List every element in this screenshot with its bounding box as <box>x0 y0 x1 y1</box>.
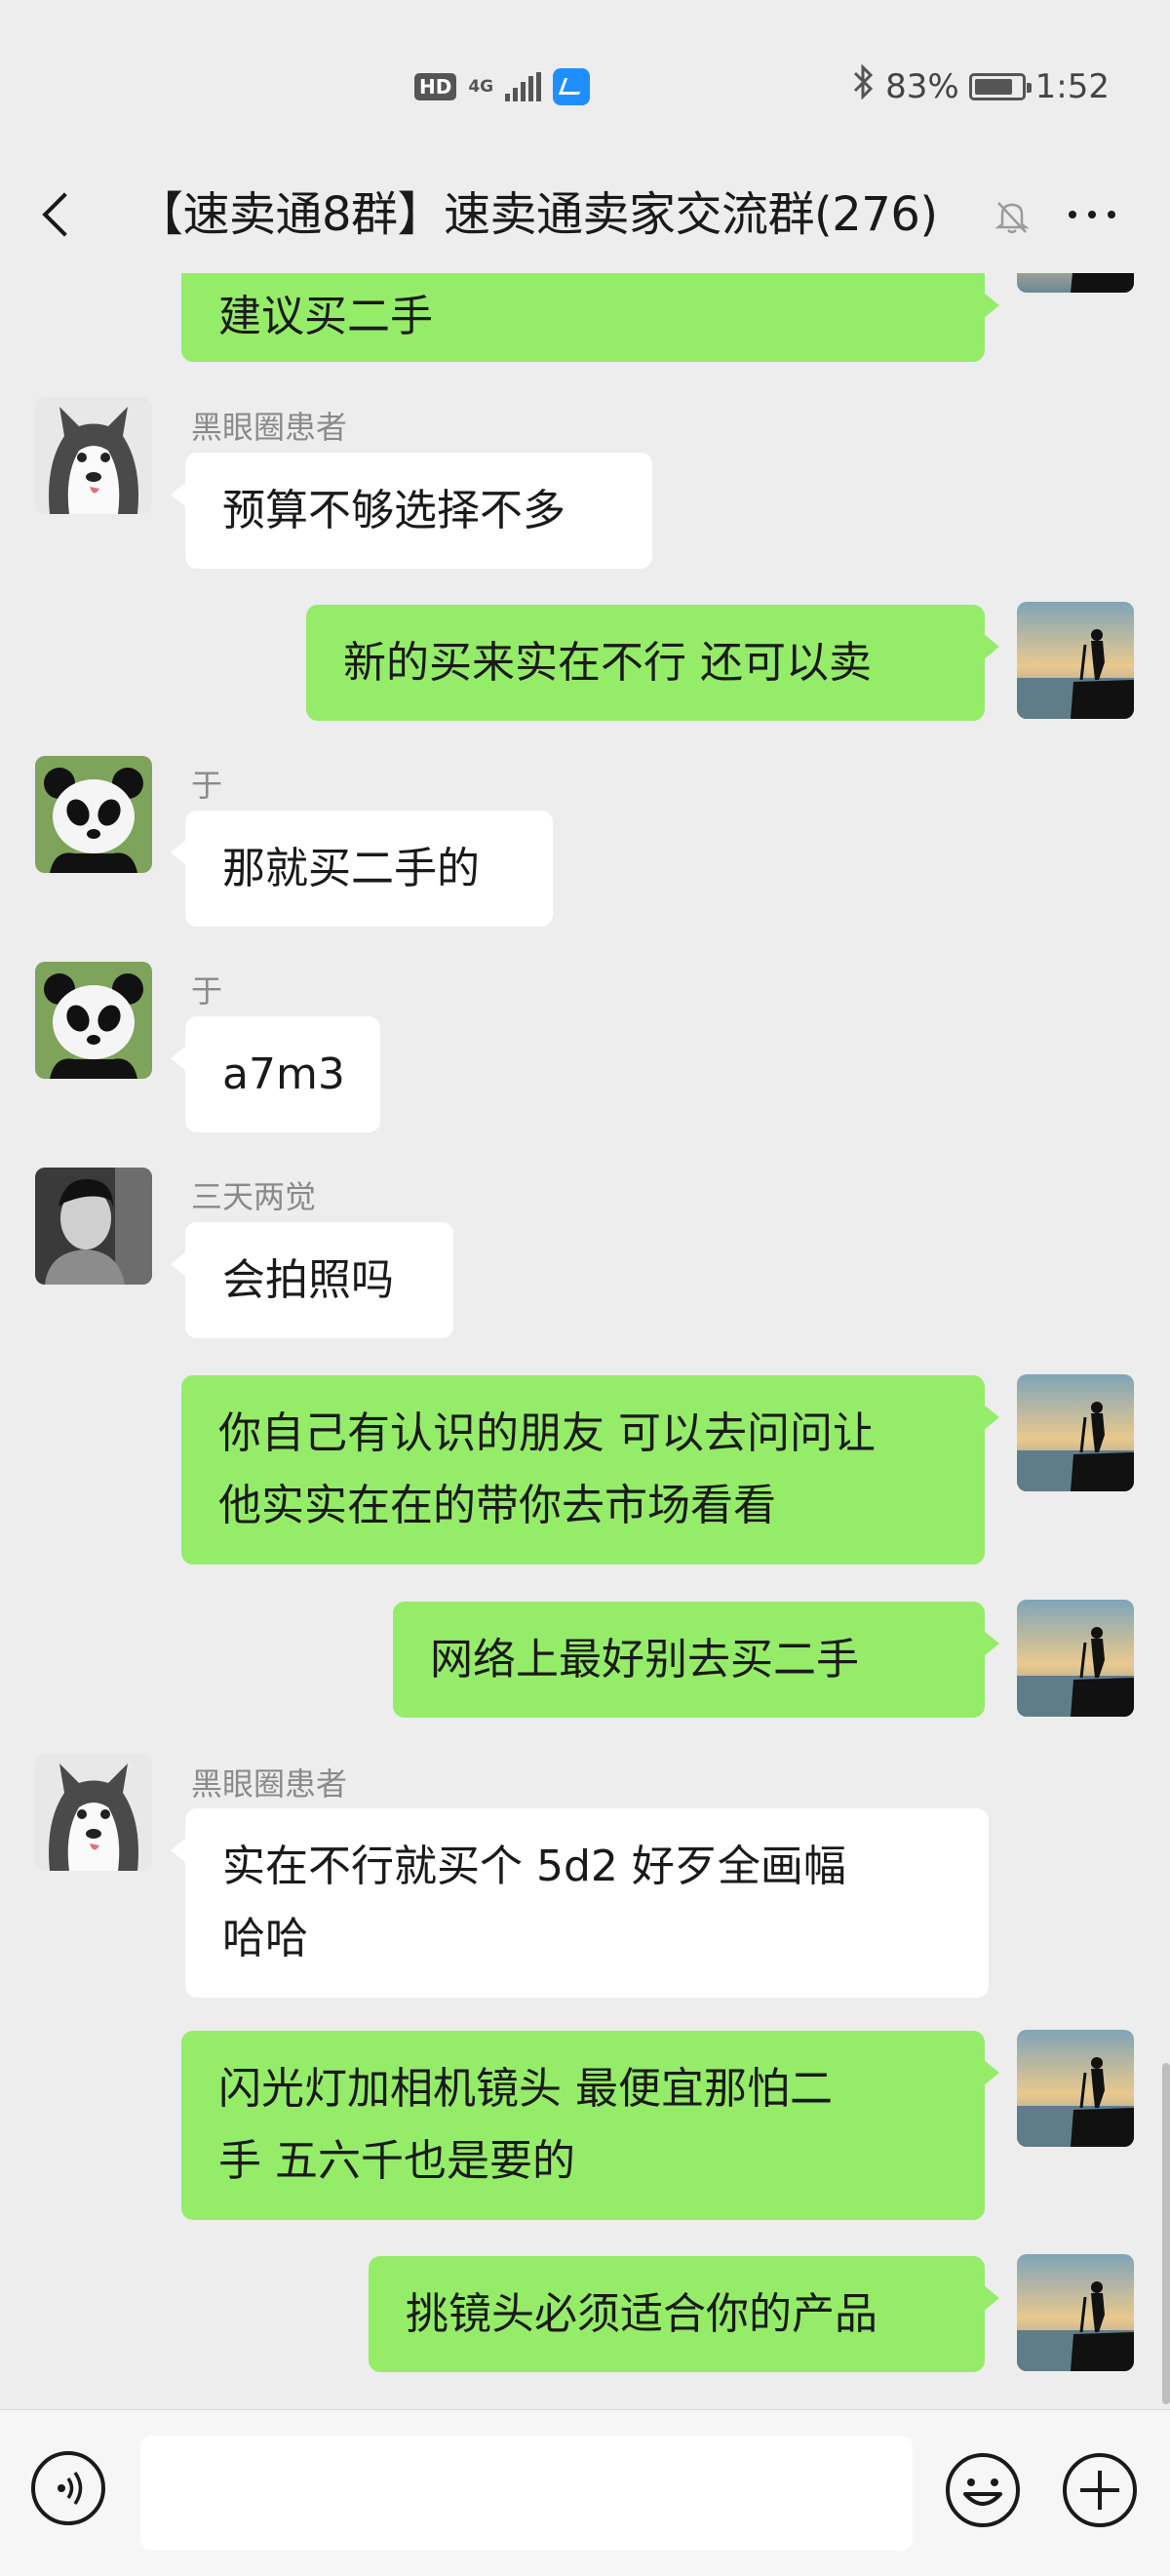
input-bar <box>0 2409 1170 2576</box>
message-bubble-7[interactable]: 网络上最好别去买二手 <box>393 1602 999 1718</box>
mute-bell-icon <box>993 197 1032 236</box>
chat-title: 【速卖通8群】速卖通卖家交流群(276) <box>136 187 938 242</box>
husky-avatar[interactable] <box>35 1754 152 1871</box>
signal-icon <box>505 72 542 101</box>
voice-icon[interactable] <box>31 2451 105 2525</box>
message-bubble-9[interactable]: 闪光灯加相机镜头 最便宜那怕二 手 五六千也是要的 <box>181 2031 999 2220</box>
my-avatar[interactable] <box>1017 2030 1134 2147</box>
message-bubble-1[interactable]: 预算不够选择不多 <box>171 453 652 569</box>
message-bubble-6[interactable]: 你自己有认识的朋友 可以去问问让 他实实在在的带你去市场看看 <box>181 1375 999 1565</box>
bluetooth-icon <box>852 63 876 108</box>
sender-name: 于 <box>191 767 223 804</box>
network-type: 4G <box>468 76 494 97</box>
status-bar: HD 4G 83% 1:52 <box>0 0 1170 156</box>
message-bubble-10[interactable]: 挑镜头必须适合你的产品 <box>369 2256 999 2372</box>
message-bubble-3[interactable]: 那就买二手的 <box>171 811 553 927</box>
sender-name: 黑眼圈患者 <box>191 1765 348 1803</box>
emoji-icon[interactable] <box>944 2451 1022 2529</box>
clock: 1:52 <box>1034 66 1110 106</box>
message-list: 建议买二手 黑眼圈患者 预算不够选择不多 新的买来实在不行 还可以卖 于 那就买… <box>0 273 1170 2409</box>
sender-name: 三天两觉 <box>191 1178 317 1215</box>
more-options-button[interactable] <box>1053 195 1131 234</box>
message-bubble-4[interactable]: a7m3 <box>171 1016 380 1132</box>
message-input[interactable] <box>140 2436 913 2551</box>
panda-avatar[interactable] <box>35 756 152 873</box>
battery-icon <box>968 72 1032 100</box>
battery-percent: 83% <box>885 66 959 106</box>
my-avatar[interactable] <box>1017 1374 1134 1491</box>
message-bubble-8[interactable]: 实在不行就买个 5d2 好歹全画幅 哈哈 <box>171 1808 989 1998</box>
hd-badge: HD <box>414 73 457 100</box>
my-avatar[interactable] <box>1017 2254 1134 2371</box>
app-notification-icon <box>553 68 591 105</box>
sender-name: 黑眼圈患者 <box>191 409 348 446</box>
man-avatar[interactable] <box>35 1168 152 1285</box>
my-avatar[interactable] <box>1017 1600 1134 1717</box>
message-bubble-2[interactable]: 新的买来实在不行 还可以卖 <box>306 605 999 721</box>
my-avatar[interactable] <box>1017 273 1134 293</box>
panda-avatar[interactable] <box>35 962 152 1079</box>
plus-icon[interactable] <box>1061 2451 1139 2529</box>
status-icons-center: HD 4G <box>414 68 591 105</box>
husky-avatar[interactable] <box>35 397 152 514</box>
chat-header: 【速卖通8群】速卖通卖家交流群(276) <box>0 156 1170 273</box>
message-bubble-0[interactable]: 建议买二手 <box>181 273 999 362</box>
sender-name: 于 <box>191 972 223 1010</box>
my-avatar[interactable] <box>1017 602 1134 719</box>
status-icons-right: 83% 1:52 <box>852 63 1110 108</box>
scrollbar[interactable] <box>1162 2063 1170 2404</box>
message-bubble-5[interactable]: 会拍照吗 <box>171 1222 453 1338</box>
back-button[interactable] <box>35 185 84 244</box>
